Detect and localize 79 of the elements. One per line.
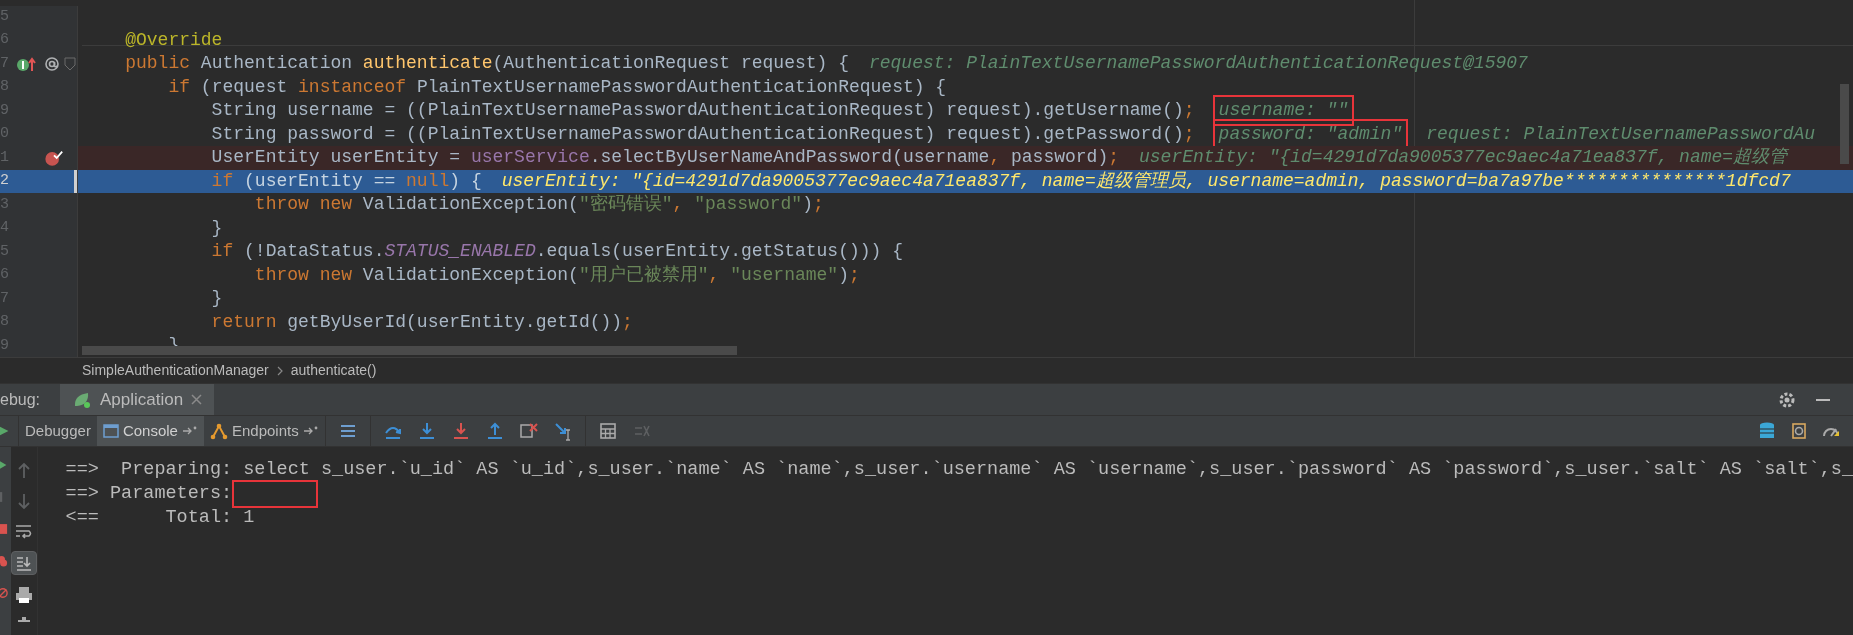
code-token: instanceof <box>298 75 408 99</box>
run-to-cursor-icon[interactable] <box>552 421 573 441</box>
code-token: getByUserId(userEntity.getId()) <box>287 310 623 334</box>
code-token: throw new <box>253 263 354 287</box>
memory-icon[interactable] <box>1789 421 1809 441</box>
code-token: return <box>210 310 278 334</box>
code-token: (userEntity == <box>244 169 397 193</box>
code-token: if <box>167 75 192 99</box>
code-token: "username" <box>730 263 839 287</box>
inline-debug-value: userEntity: "{id=4291d7da9005377ec9aec4a71ea837f, name=超级管理员, username=admin, password=ba7a97be***************1dfcd7 <box>501 169 1791 193</box>
code-token: (AuthenticationRequest request) { <box>492 52 849 76</box>
debug-tab[interactable]: Endpoints <box>203 416 325 446</box>
code-token: "用户已被禁用" <box>578 263 709 287</box>
code-token: String password = ((PlainTextUsernamePasswordAuthenticationRequest) request).getPassword() <box>210 122 1184 146</box>
code-token: password) <box>1011 146 1109 170</box>
code-token: null <box>406 169 450 193</box>
code-token: ) { <box>449 169 482 193</box>
console-line: <== Total: 1 <box>65 506 255 531</box>
code-token: ; <box>622 310 633 334</box>
print-icon[interactable] <box>13 585 34 605</box>
debug-tab[interactable]: Console <box>96 416 204 446</box>
code-token: authenticate <box>362 52 493 76</box>
scroll-to-end-button[interactable] <box>10 551 37 575</box>
code-token: public <box>124 52 192 76</box>
code-token: "password" <box>694 193 803 217</box>
debug-tab[interactable]: Debugger <box>19 416 97 446</box>
code-token: .selectByUserNameAndPassword(username <box>589 146 990 170</box>
pin-icon[interactable] <box>181 425 198 437</box>
code-token: String username = ((PlainTextUsernamePasswordAuthenticationRequest) request).getUsername() <box>210 99 1184 123</box>
code-token: ; <box>848 263 860 287</box>
code-token: ; <box>1108 146 1119 170</box>
code-token: ; <box>812 193 824 217</box>
at-sign-icon[interactable] <box>43 55 60 72</box>
console-icon <box>102 423 119 439</box>
code-token: ValidationException( <box>362 263 579 287</box>
code-token: } <box>210 216 223 240</box>
code-token: ) <box>802 193 813 217</box>
horizontal-scrollbar[interactable] <box>82 346 737 355</box>
session-tab[interactable]: Application <box>60 384 215 415</box>
endpoints-icon <box>209 422 228 440</box>
console-line: ==> Parameters: <box>65 482 233 507</box>
code-token: @Override <box>124 28 223 52</box>
code-token: (!DataStatus. <box>244 240 385 264</box>
drop-frame-icon[interactable] <box>518 421 539 441</box>
inline-debug-value: userEntity: "{id=4291d7da9005377ec9aec4a71ea837f, name=超级管 <box>1139 146 1788 170</box>
line-number: 2 <box>0 171 10 191</box>
chevron-icon <box>276 365 283 376</box>
scroll-to-end-icon <box>14 554 33 572</box>
code-token: Authentication <box>200 52 354 76</box>
code-token: STATUS_ENABLED <box>384 240 536 264</box>
inline-debug-value: request: PlainTextUsernamePasswordAu <box>1426 122 1816 146</box>
code-token: if <box>210 240 235 264</box>
code-token: (request <box>200 75 289 99</box>
breadcrumb-item[interactable]: SimpleAuthenticationManager <box>82 360 269 381</box>
console-line: ==> Preparing: select s_user.`u_id` AS `u_id`,s_user.`name` AS `name`,s_user.`username` AS `username`,s_user.`password` AS `password`,s_user.`salt` AS `salt`,s_ <box>65 458 1853 483</box>
code-token: "密码错误" <box>578 193 673 217</box>
code-token: PlainTextUsernamePasswordAuthenticationRequest) { <box>416 75 947 99</box>
code-token: , <box>989 146 1002 170</box>
code-token: , <box>672 193 685 217</box>
database-icon[interactable] <box>1757 421 1777 441</box>
code-token: throw new <box>253 193 354 217</box>
code-token: userService <box>470 146 590 170</box>
inline-debug-value: request: PlainTextUsernamePasswordAuthenticationRequest@15907 <box>868 52 1528 76</box>
code-token: ; <box>1183 99 1195 123</box>
code-token: UserEntity userEntity = <box>210 146 462 170</box>
panel-title: ebug: <box>0 389 42 410</box>
calculator-icon[interactable] <box>597 421 618 441</box>
close-icon[interactable] <box>191 394 203 405</box>
code-token: ; <box>1183 122 1195 146</box>
code-token: } <box>210 287 223 311</box>
code-token: ) <box>838 263 849 287</box>
code-token: ValidationException( <box>362 193 579 217</box>
pin-icon[interactable] <box>302 425 319 437</box>
code-token: if <box>210 169 235 193</box>
vertical-scrollbar[interactable] <box>1840 84 1849 164</box>
code-token: .equals(userEntity.getStatus())) { <box>535 240 903 264</box>
breadcrumb-item[interactable]: authenticate() <box>290 360 377 381</box>
fold-icon[interactable] <box>64 56 77 71</box>
code-token: , <box>708 263 721 287</box>
